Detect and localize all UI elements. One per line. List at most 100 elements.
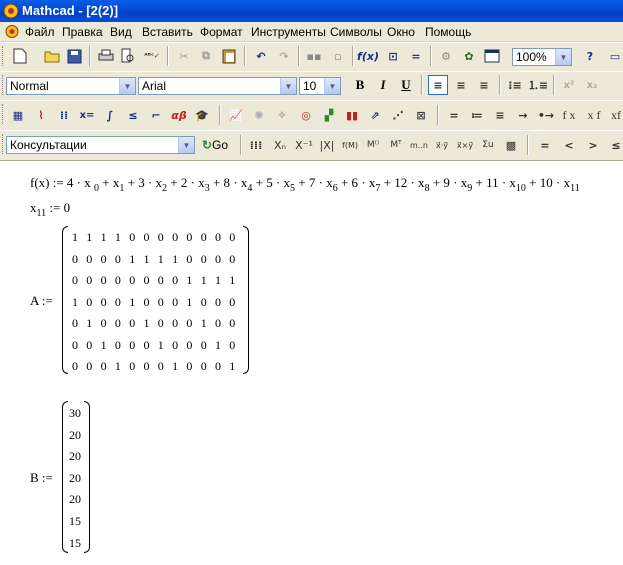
menu-format[interactable]: Формат [200,25,243,39]
graph-toolbar-icon[interactable]: ⌇ [31,105,51,125]
chevron-down-icon[interactable]: ▼ [119,78,135,94]
menu-window[interactable]: Окно [387,25,415,39]
3d-bar-icon[interactable]: ▮▮ [342,105,362,125]
less-equal-button[interactable]: ≤ [606,135,623,155]
document-icon[interactable] [4,24,20,39]
boolean-toolbar-icon[interactable]: ≤ [123,105,143,125]
determinant-icon[interactable]: |X| [317,135,337,155]
menu-edit[interactable]: Правка [62,25,103,39]
scatter-icon[interactable]: ⋰ [388,105,408,125]
font-select[interactable]: Arial ▼ [138,77,297,95]
calculate-icon[interactable]: = [406,46,426,66]
underline-button[interactable]: U [396,75,416,95]
cross-product-icon[interactable]: x⃗×y⃗ [455,135,475,155]
equal-to-button[interactable]: = [535,135,555,155]
symbolic-toolbar-icon[interactable]: 🎓 [192,105,212,125]
align-center-icon[interactable]: ≡ [451,75,471,95]
menu-help[interactable]: Помощь [425,25,471,39]
contour-plot-icon[interactable]: ◎ [296,105,316,125]
menu-tools[interactable]: Инструменты [251,25,326,39]
new-document-icon[interactable] [10,46,30,66]
worksheet[interactable]: f(x) := 4 · x 0 + x1 + 3 · x2 + 2 · x3 +… [0,163,623,565]
global-define-icon[interactable]: ≡ [490,105,510,125]
subscript-index-icon[interactable]: Xₙ [270,135,290,155]
align-left-icon[interactable]: ≡ [428,75,448,95]
numbering-icon[interactable]: ⒈≡ [528,75,548,95]
matrix-a[interactable]: 1111000000000000111100000000000011111000… [62,226,249,374]
calculus-toolbar-icon[interactable]: ∫ [100,105,120,125]
vector-field-icon[interactable]: ⇗ [365,105,385,125]
chevron-down-icon[interactable]: ▼ [555,49,571,65]
cut-icon[interactable]: ✂ [174,46,194,66]
less-than-button[interactable]: < [559,135,579,155]
equal-icon[interactable]: = [444,105,464,125]
chevron-down-icon[interactable]: ▼ [178,137,194,153]
print-icon[interactable] [96,46,116,66]
matrix-toolbar-icon[interactable]: ⁞⁞ [54,105,74,125]
redo-icon[interactable]: ↷ [274,46,294,66]
polar-plot-icon[interactable]: ✺ [249,105,269,125]
x11-definition[interactable]: x11 := 0 [30,200,70,219]
bold-button[interactable]: B [350,75,370,95]
matrix-a-cell: 0 [229,316,236,330]
superscript-icon[interactable]: x² [559,75,579,95]
window-icon[interactable]: ▭ [605,46,623,66]
range-icon[interactable]: m..n [409,135,429,155]
italic-button[interactable]: I [373,75,393,95]
chevron-down-icon[interactable]: ▼ [324,78,340,94]
print-preview-icon[interactable] [118,46,138,66]
go-button[interactable]: ↻ Go [198,135,232,155]
xy-plot-icon[interactable]: 📈 [226,105,246,125]
vector-sum-icon[interactable]: Σu [478,135,498,155]
evaluation-toolbar-icon[interactable]: x= [77,105,97,125]
insert-unit-icon[interactable]: ⊡ [383,46,403,66]
chevron-down-icon[interactable]: ▼ [280,78,296,94]
open-folder-icon[interactable] [42,46,62,66]
help-icon[interactable]: ? [580,46,600,66]
infix-function-icon[interactable]: xf [606,105,623,125]
style-select[interactable]: Normal ▼ [6,77,136,95]
insert-component-icon[interactable]: ⚙ [436,46,456,66]
programming-toolbar-icon[interactable]: ⌐ [146,105,166,125]
arrow-right-icon[interactable]: → [513,105,533,125]
dot-product-icon[interactable]: x⃗·y⃗ [432,135,452,155]
vectorize-icon[interactable]: f(M) [340,135,360,155]
column-icon[interactable]: M⁽⁾ [363,135,383,155]
inverse-icon[interactable]: X⁻¹ [294,135,314,155]
menu-file[interactable]: Файл [25,25,55,39]
surface-plot-icon[interactable]: ⟡ [272,105,292,125]
transpose-icon[interactable]: Mᵀ [386,135,406,155]
menu-insert[interactable]: Вставить [142,25,193,39]
prefix-function-icon[interactable]: f x [559,105,579,125]
insert-function-icon[interactable]: f(x) [357,46,379,66]
align-down-icon[interactable]: ▫ [328,46,348,66]
undo-icon[interactable]: ↶ [251,46,271,66]
postfix-function-icon[interactable]: x f [584,105,604,125]
save-icon[interactable] [64,46,84,66]
spellcheck-icon[interactable]: ᴬᴮᶜ✓ [142,46,162,66]
copy-icon[interactable]: ⧉ [196,46,216,66]
menu-symbols[interactable]: Символы [330,25,382,39]
define-icon[interactable]: ≔ [467,105,487,125]
subscript-icon[interactable]: x₂ [582,75,602,95]
resources-icon[interactable]: ✿ [459,46,479,66]
resources-select[interactable]: Консультации ▼ [6,136,195,154]
align-across-icon[interactable]: ▪▪ [304,46,324,66]
function-definition[interactable]: f(x) := 4 · x 0 + x1 + 3 · x2 + 2 · x3 +… [30,175,580,194]
paste-icon[interactable] [219,46,239,66]
window-icon[interactable] [482,46,502,66]
greater-than-button[interactable]: > [583,135,603,155]
picture-icon[interactable]: ▩ [501,135,521,155]
align-right-icon[interactable]: ≡ [474,75,494,95]
matrix-insert-icon[interactable]: ⁞⁞⁞ [246,135,266,155]
menu-view[interactable]: Вид [110,25,132,39]
3d-scatter-icon[interactable]: ▞ [319,105,339,125]
plot-wizard-icon[interactable]: ⊠ [411,105,431,125]
calculator-toolbar-icon[interactable]: ▦ [8,105,28,125]
font-size-select[interactable]: 10 ▼ [299,77,341,95]
symbolic-arrow-icon[interactable]: •→ [536,105,556,125]
zoom-select[interactable]: 100% ▼ [512,48,572,66]
matrix-b[interactable]: 30 20 20 20 20 15 15 [62,401,90,553]
greek-toolbar-icon[interactable]: αβ [169,105,189,125]
bullets-icon[interactable]: ⁝≡ [505,75,525,95]
